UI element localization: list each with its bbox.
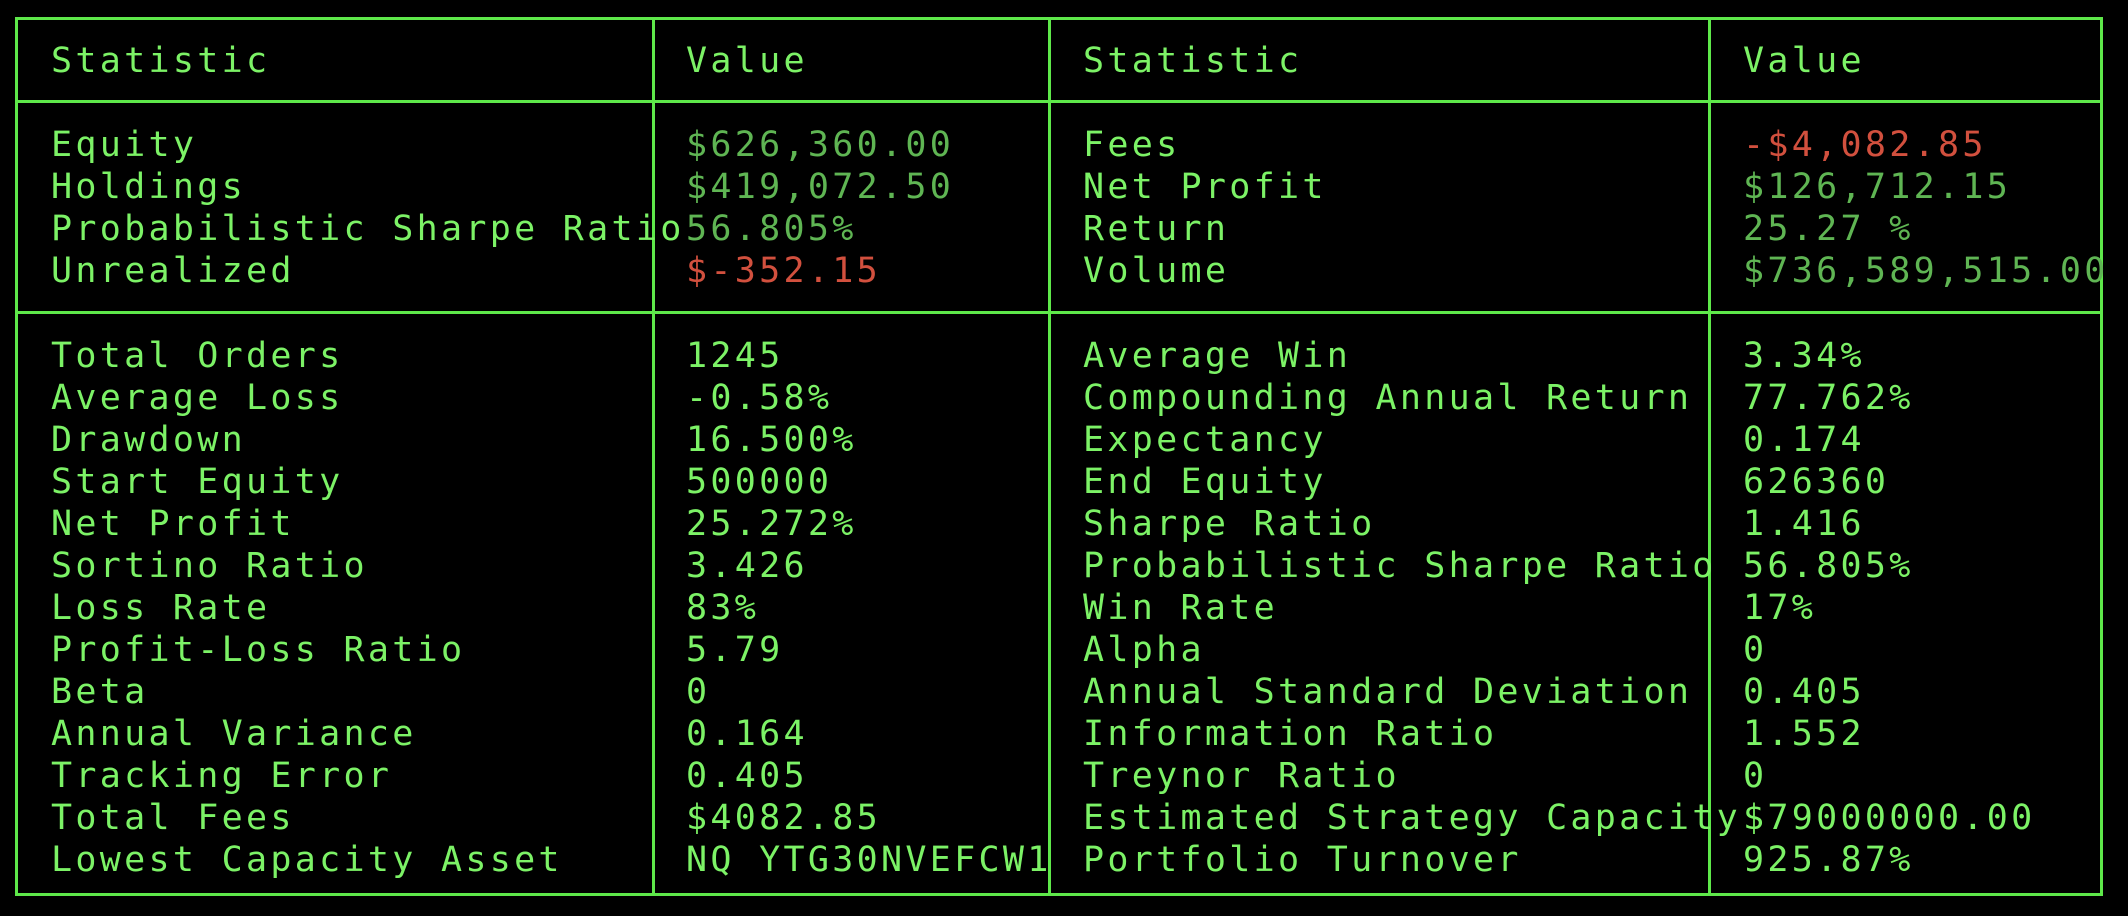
statistic-label: Loss Rate: [51, 588, 271, 628]
summary-right-values: -$4,082.85 $126,712.15 25.27 % $736,589,…: [1743, 124, 2109, 292]
summary-label: Equity: [51, 125, 198, 165]
statistic-label: Sharpe Ratio: [1083, 504, 1376, 544]
summary-label: Holdings: [51, 167, 246, 207]
statistic-value: -0.58%: [686, 378, 833, 418]
statistic-label: Net Profit: [51, 504, 295, 544]
statistics-left-values: 1245 -0.58% 16.500% 500000 25.272% 3.426…: [686, 335, 1052, 881]
statistic-label: Total Fees: [51, 798, 295, 838]
statistic-label: Profit-Loss Ratio: [51, 630, 466, 670]
statistic-label: Average Win: [1083, 336, 1352, 376]
statistic-label: Portfolio Turnover: [1083, 840, 1522, 880]
statistic-label: Drawdown: [51, 420, 246, 460]
summary-value: $126,712.15: [1743, 167, 2012, 207]
statistic-value: 0.174: [1743, 420, 1865, 460]
statistic-value: $4082.85: [686, 798, 881, 838]
statistic-value: 0.164: [686, 714, 808, 754]
summary-label: Unrealized: [51, 251, 295, 291]
statistic-label: Total Orders: [51, 336, 344, 376]
statistics-right-values: 3.34% 77.762% 0.174 626360 1.416 56.805%…: [1743, 335, 2035, 881]
statistic-value: 0: [686, 672, 711, 712]
statistics-left-labels: Total Orders Average Loss Drawdown Start…: [51, 335, 563, 881]
statistic-value: 1.416: [1743, 504, 1865, 544]
summary-label: Return: [1083, 209, 1230, 249]
statistic-label: Estimated Strategy Capacity: [1083, 798, 1742, 838]
statistic-label: Beta: [51, 672, 149, 712]
statistic-label: Information Ratio: [1083, 714, 1498, 754]
statistic-value: 83%: [686, 588, 760, 628]
summary-left-labels: Equity Holdings Probabilistic Sharpe Rat…: [51, 124, 685, 292]
header-left-value: Value: [686, 41, 808, 81]
statistic-label: Compounding Annual Return: [1083, 378, 1693, 418]
statistic-value: 1245: [686, 336, 784, 376]
statistics-right-labels: Average Win Compounding Annual Return Ex…: [1083, 335, 1741, 881]
summary-label: Net Profit: [1083, 167, 1327, 207]
statistic-label: Treynor Ratio: [1083, 756, 1400, 796]
summary-value: $419,072.50: [686, 167, 955, 207]
statistic-label: Annual Standard Deviation: [1083, 672, 1693, 712]
statistic-value: NQ YTG30NVEFCW1: [686, 840, 1052, 880]
statistic-label: Probabilistic Sharpe Ratio: [1083, 546, 1717, 586]
statistic-label: Tracking Error: [51, 756, 393, 796]
summary-value-negative: $-352.15: [686, 251, 881, 291]
statistic-value: 16.500%: [686, 420, 857, 460]
statistic-label: Start Equity: [51, 462, 344, 502]
summary-right-labels: Fees Net Profit Return Volume: [1083, 124, 1327, 292]
header-right-value: Value: [1743, 41, 1865, 81]
statistic-label: End Equity: [1083, 462, 1327, 502]
summary-value: 56.805%: [686, 209, 857, 249]
statistic-value: 3.34%: [1743, 336, 1865, 376]
header-right-statistic: Statistic: [1083, 41, 1303, 81]
statistic-label: Alpha: [1083, 630, 1205, 670]
summary-value-negative: -$4,082.85: [1743, 125, 1987, 165]
statistic-value: $79000000.00: [1743, 798, 2036, 838]
summary-value: 25.27 %: [1743, 209, 1914, 249]
statistic-value: 77.762%: [1743, 378, 1914, 418]
statistic-label: Sortino Ratio: [51, 546, 368, 586]
statistic-label: Annual Variance: [51, 714, 417, 754]
statistic-label: Lowest Capacity Asset: [51, 840, 563, 880]
statistic-label: Average Loss: [51, 378, 344, 418]
statistic-value: 0: [1743, 630, 1768, 670]
statistic-value: 1.552: [1743, 714, 1865, 754]
summary-label: Volume: [1083, 251, 1230, 291]
header-divider: [18, 100, 2100, 103]
statistic-value: 5.79: [686, 630, 784, 670]
statistic-value: 500000: [686, 462, 833, 502]
statistic-value: 3.426: [686, 546, 808, 586]
statistics-table: Statistic Value Statistic Value Equity H…: [15, 17, 2105, 896]
statistic-value: 626360: [1743, 462, 1890, 502]
summary-value: $736,589,515.00: [1743, 251, 2109, 291]
statistic-label: Expectancy: [1083, 420, 1327, 460]
statistic-value: 0: [1743, 756, 1768, 796]
summary-left-values: $626,360.00 $419,072.50 56.805% $-352.15: [686, 124, 954, 292]
statistic-value: 0.405: [686, 756, 808, 796]
statistic-label: Win Rate: [1083, 588, 1278, 628]
statistic-value: 56.805%: [1743, 546, 1914, 586]
statistic-value: 925.87%: [1743, 840, 1914, 880]
statistic-value: 0.405: [1743, 672, 1865, 712]
summary-label: Fees: [1083, 125, 1181, 165]
statistic-value: 17%: [1743, 588, 1817, 628]
section-divider: [18, 311, 2100, 314]
statistic-value: 25.272%: [686, 504, 857, 544]
summary-label: Probabilistic Sharpe Ratio: [51, 209, 685, 249]
summary-value: $626,360.00: [686, 125, 955, 165]
header-left-statistic: Statistic: [51, 41, 271, 81]
